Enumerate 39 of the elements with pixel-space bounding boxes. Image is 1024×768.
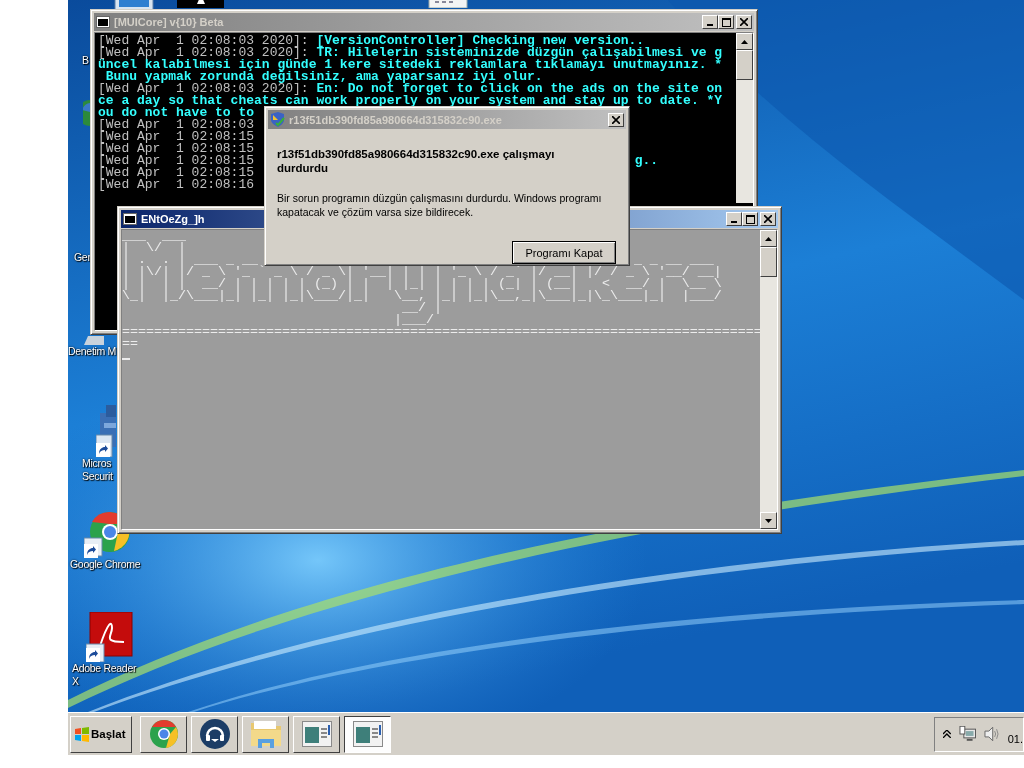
console-line: [Wed Apr 1 02:08:03 2020]: TR: Hilelerin sisteminizde düzgün çalışabilmesi ve g (98, 47, 723, 59)
console-line: [Wed Apr 1 02:08:15 (98, 143, 255, 155)
console-line: Bunu yapmak zorunda değilsiniz, ama yaparsanız iyi olur. (105, 71, 543, 83)
console-line: [Wed Apr 1 02:08:15 (98, 131, 255, 143)
window-title: ENtOeZg_]h (141, 213, 205, 225)
ascii-art-line: | \/ | (122, 242, 186, 254)
console-line: [Wed Apr 1 02:08:15 (98, 155, 255, 167)
ascii-art-line: \_| |_/\___|_| |_| |_|\___/|_| \__, |_| |_|\__,_|\___|_|\_\___|_| |___/ (122, 290, 722, 302)
console-line: [Wed Apr 1 02:08:03 (98, 119, 255, 131)
clock[interactable]: 01. (1007, 733, 1023, 745)
ascii-art-line: == (122, 338, 138, 350)
console-line: ou do not have to to (98, 107, 255, 119)
dialog-message: Bir sorun programın düzgün çalışmasını durdurdu. Windows programı kapatacak ve çözüm varsa size bildirecek. (277, 191, 603, 219)
console-line: [Wed Apr 1 02:08:03 2020]: [VersionController] Checking new version.. (98, 35, 645, 47)
ascii-art-line: |___/ (392, 314, 434, 326)
desktop-icon-label[interactable]: Ger (74, 251, 91, 264)
desktop-icon-label[interactable]: Adobe Reader (72, 662, 137, 675)
close-program-button[interactable]: Programı Kapat (512, 241, 616, 264)
ascii-art-line: __/ | (401, 302, 442, 314)
desktop-icon-label[interactable]: B (82, 54, 89, 67)
ascii-art-line: ___ ___ (122, 230, 186, 242)
console-line: [Wed Apr 1 02:08:16 (98, 179, 255, 191)
desktop-icon-label[interactable]: Securit (82, 470, 113, 483)
console-line: ce a day so that cheats can work properly on your system and stay up to date. *Y (98, 95, 723, 107)
desktop-icon-label[interactable]: Denetim M (68, 345, 117, 358)
console-line: üncel kalabilmesi için günde 1 kere sitedeki reklamlara tıklamayı unutmayınız. * (98, 59, 723, 71)
desktop-icon-label[interactable]: Micros (82, 457, 112, 470)
ascii-art-line: _ _ __ ___ (633, 254, 714, 266)
ascii-art-line: | . . | ___ _ __ (122, 254, 258, 266)
console-line: [Wed Apr 1 02:08:03 2020]: En: Do not forget to click on the ads on the site on (98, 83, 723, 95)
desktop-icon-label[interactable]: Google Chrome (70, 558, 141, 571)
window-title: [MUICore] v{10} Beta (114, 16, 224, 28)
ascii-art-line: | | | | __/ | | | | | (_) | | | |_| | | | | (_| | (__| < __/ | \__ \ (122, 278, 722, 290)
desktop-icon-label[interactable]: X (72, 675, 79, 688)
start-button[interactable]: Başlat (70, 715, 132, 753)
window-title: r13f51db390fd85a980664d315832c90.exe (289, 113, 502, 126)
dialog-heading: r13f51db390fd85a980664d315832c90.exe çalışmayı durdurdu (277, 147, 556, 175)
console-line: g.. (634, 155, 659, 167)
console-line: [Wed Apr 1 02:08:15 (98, 167, 255, 179)
